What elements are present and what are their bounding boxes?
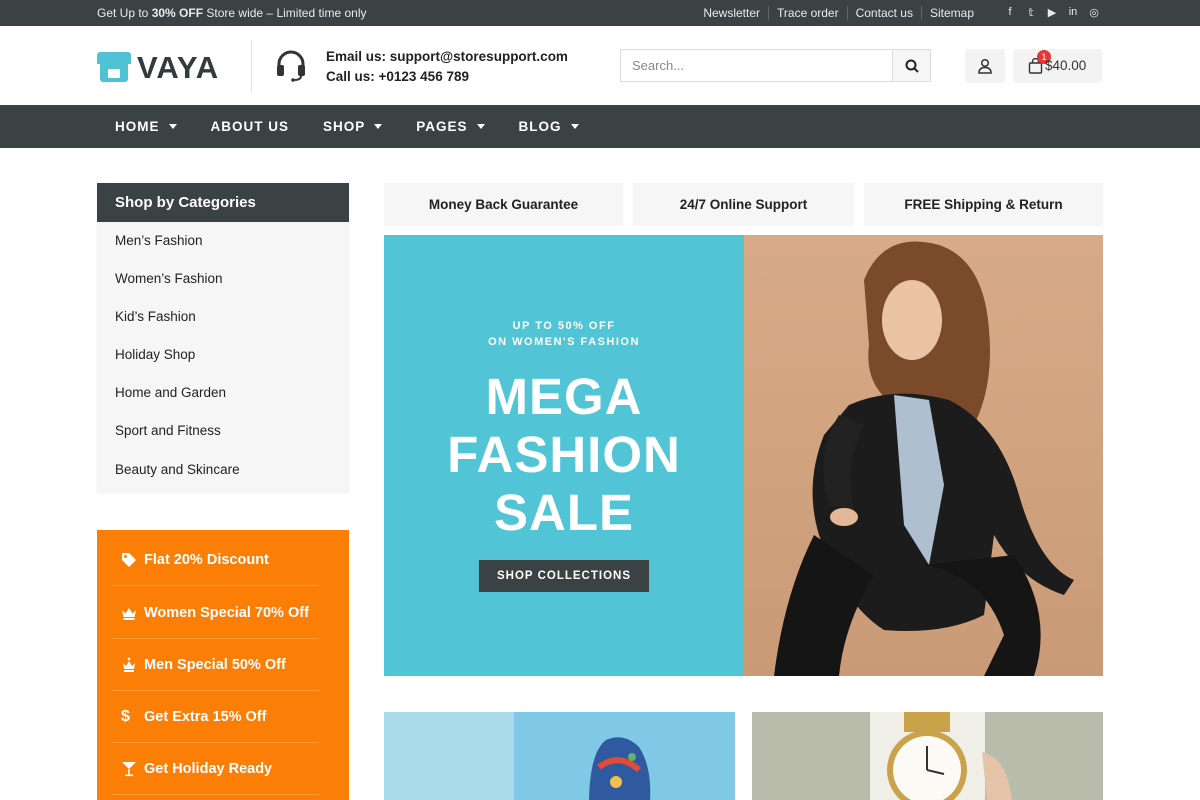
social-links: f 𝕥 ▶ in ◎	[1004, 6, 1100, 19]
watch-image	[752, 712, 1103, 800]
link-trace-order[interactable]: Trace order	[768, 6, 847, 20]
hero-title-line: MEGA	[485, 368, 643, 425]
promo-item[interactable]: $ Get Extra 15% Off	[112, 691, 319, 743]
nav-item-about-us[interactable]: ABOUT US	[211, 119, 290, 134]
search-button[interactable]	[892, 50, 930, 81]
nav-label: BLOG	[518, 119, 562, 134]
top-bar: Get Up to 30% OFF Store wide – Limited t…	[0, 0, 1200, 26]
contact-phone[interactable]: Call us: +0123 456 789	[326, 67, 568, 87]
category-sidebar: Shop by Categories Men’s Fashion Women’s…	[97, 183, 349, 493]
crown-icon	[112, 656, 144, 674]
nav-label: PAGES	[416, 119, 468, 134]
link-contact-us[interactable]: Contact us	[846, 6, 921, 20]
store-icon	[97, 52, 131, 84]
twitter-icon[interactable]: 𝕥	[1025, 6, 1037, 19]
nav-label: HOME	[115, 119, 160, 134]
link-sitemap[interactable]: Sitemap	[920, 6, 982, 20]
hat-image	[384, 712, 735, 800]
cart-button[interactable]: 1 $40.00	[1013, 49, 1102, 83]
promo-item[interactable]: Flat 20% Discount	[112, 534, 319, 586]
instagram-icon[interactable]: ◎	[1088, 6, 1100, 19]
topbar-promo: Get Up to 30% OFF Store wide – Limited t…	[97, 6, 366, 20]
promo-label: Get Holiday Ready	[144, 760, 273, 777]
nav-item-home[interactable]: HOME	[115, 119, 177, 134]
facebook-icon[interactable]: f	[1004, 6, 1016, 19]
promo-bold: 30% OFF	[151, 6, 204, 20]
category-item[interactable]: Kid’s Fashion	[97, 298, 349, 336]
nav-label: ABOUT US	[210, 119, 289, 134]
feature-online-support: 24/7 Online Support	[633, 183, 854, 226]
search-icon	[905, 59, 919, 73]
search-input[interactable]	[621, 50, 893, 81]
hero-title-line: SALE	[493, 484, 635, 541]
site-logo[interactable]: VAYA	[97, 50, 219, 86]
promo-suffix: Store wide – Limited time only	[206, 6, 367, 20]
hero-title-line: FASHION	[447, 426, 681, 483]
promo-prefix: Get Up to	[97, 6, 149, 20]
caret-down-icon	[570, 124, 579, 129]
promo-item[interactable]: Women Special 70% Off	[112, 587, 319, 639]
promo-label: Men Special 50% Off	[144, 656, 286, 673]
nav-label: SHOP	[323, 119, 366, 134]
shop-collections-button[interactable]: SHOP COLLECTIONS	[479, 560, 649, 592]
category-item[interactable]: Men’s Fashion	[97, 222, 349, 260]
link-newsletter[interactable]: Newsletter	[695, 6, 768, 20]
account-button[interactable]	[965, 49, 1005, 83]
contact-email[interactable]: Email us: support@storesupport.com	[326, 47, 568, 67]
hero-kicker-line2: ON WOMEN'S FASHION	[488, 336, 640, 348]
nav-item-shop[interactable]: SHOP	[323, 119, 383, 134]
site-header: VAYA Email us: support@storesupport.com …	[0, 26, 1200, 105]
cart-total: $40.00	[1045, 58, 1087, 73]
linkedin-icon[interactable]: in	[1067, 6, 1079, 19]
headset-icon	[277, 50, 305, 82]
search-box	[620, 49, 931, 82]
topbar-links: Newsletter Trace order Contact us Sitema…	[695, 6, 982, 20]
user-icon	[978, 58, 992, 74]
category-item[interactable]: Beauty and Skincare	[97, 451, 349, 489]
promo-box: Flat 20% Discount Women Special 70% Off …	[97, 530, 349, 800]
model-illustration	[744, 235, 1103, 676]
logo-text: VAYA	[137, 50, 220, 85]
category-title: Shop by Categories	[97, 183, 349, 222]
hero-model-image[interactable]	[744, 235, 1103, 676]
nav-item-pages[interactable]: PAGES	[416, 119, 485, 134]
product-banner-watch[interactable]	[752, 712, 1103, 800]
promo-label: Get Extra 15% Off	[144, 708, 267, 725]
caret-down-icon	[168, 124, 177, 129]
header-divider	[251, 40, 252, 92]
hero-kicker-line1: UP TO 50% OFF	[512, 320, 616, 332]
category-item[interactable]: Holiday Shop	[97, 336, 349, 374]
feature-free-shipping: FREE Shipping & Return	[864, 183, 1103, 226]
youtube-icon[interactable]: ▶	[1046, 6, 1058, 19]
caret-down-icon	[476, 124, 485, 129]
category-item[interactable]: Women’s Fashion	[97, 260, 349, 298]
product-banner-hat[interactable]	[384, 712, 735, 800]
category-item[interactable]: Home and Garden	[97, 374, 349, 412]
main-nav: HOME ABOUT US SHOP PAGES BLOG	[0, 105, 1200, 148]
dollar-icon: $	[121, 707, 130, 725]
nav-item-blog[interactable]: BLOG	[519, 119, 579, 134]
feature-money-back: Money Back Guarantee	[384, 183, 623, 226]
hero-banner-text: UP TO 50% OFF ON WOMEN'S FASHION MEGA FA…	[384, 235, 744, 676]
cocktail-icon	[112, 760, 144, 778]
caret-down-icon	[374, 124, 383, 129]
category-item[interactable]: Sport and Fitness	[97, 412, 349, 450]
contact-info: Email us: support@storesupport.com Call …	[326, 47, 568, 87]
tag-icon	[112, 551, 144, 569]
promo-label: Flat 20% Discount	[144, 551, 269, 568]
promo-item[interactable]: Men Special 50% Off	[112, 639, 319, 691]
promo-item[interactable]: Get Holiday Ready	[112, 743, 319, 795]
promo-label: Women Special 70% Off	[144, 604, 309, 621]
crown-icon	[112, 604, 144, 622]
